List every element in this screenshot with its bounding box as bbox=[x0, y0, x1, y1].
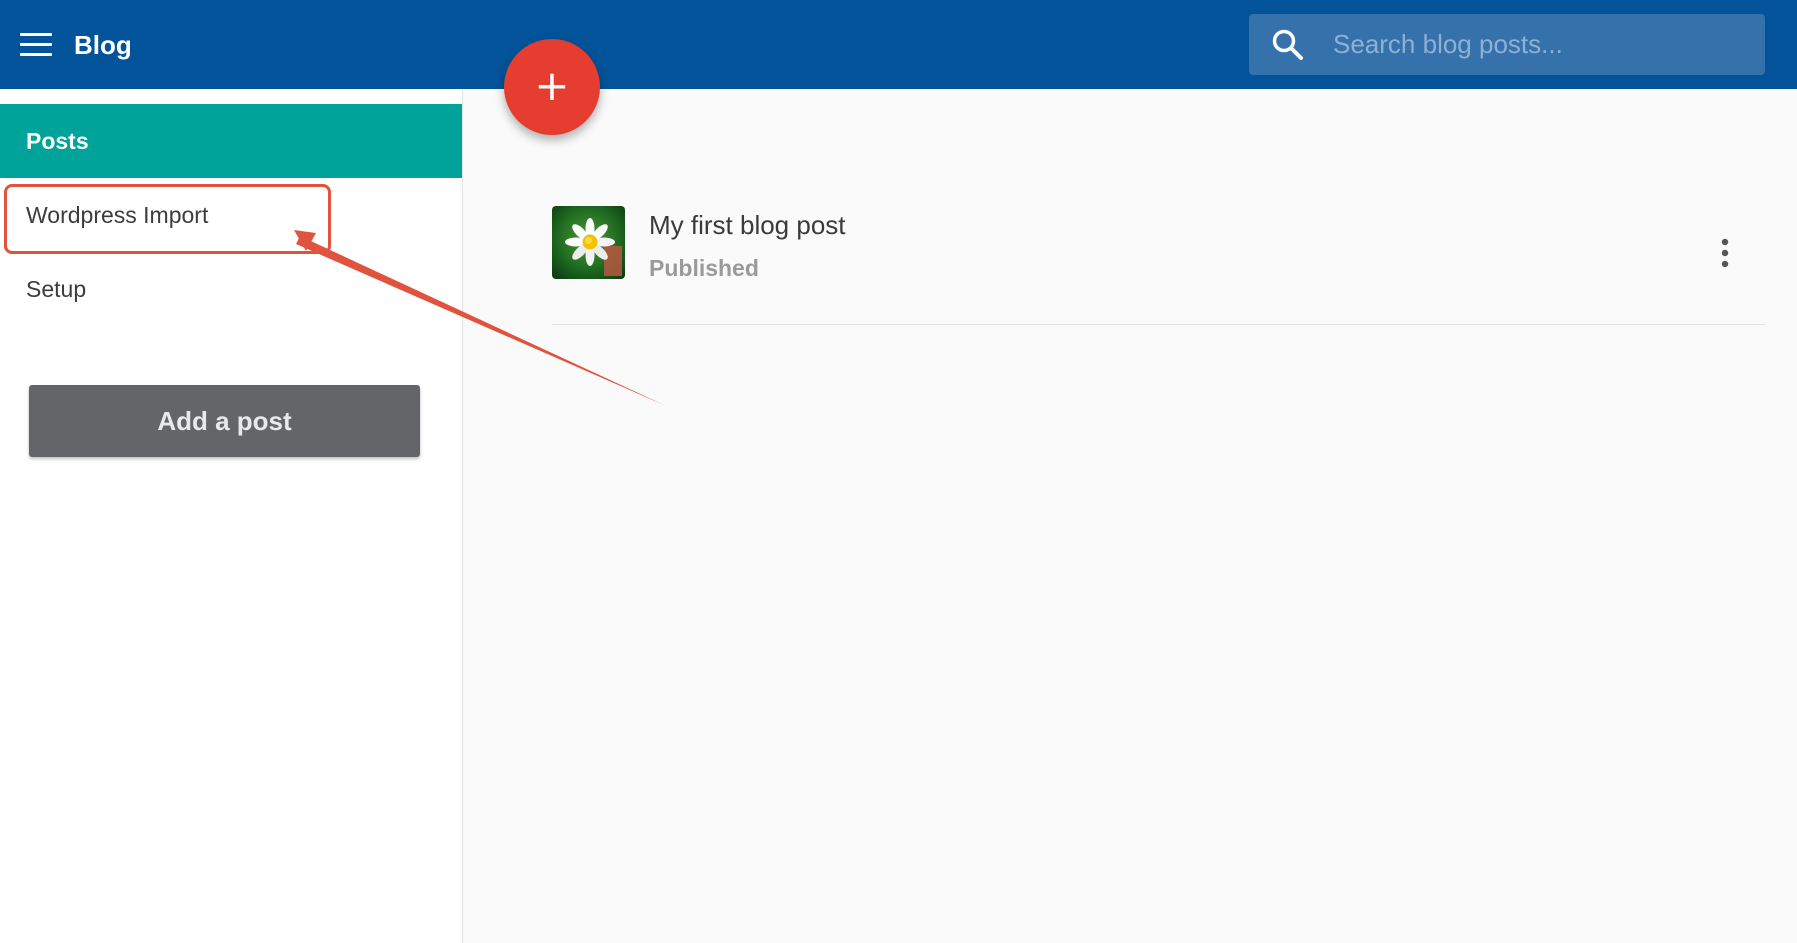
more-vertical-icon[interactable] bbox=[1715, 236, 1735, 272]
sidebar: Posts Wordpress Import Setup Add a post bbox=[0, 89, 463, 943]
post-list-item[interactable]: My first blog post Published bbox=[552, 190, 1766, 325]
app-title: Blog bbox=[74, 30, 132, 60]
sidebar-item-label: Setup bbox=[26, 276, 87, 302]
sidebar-item-label: Posts bbox=[26, 128, 89, 154]
search-icon[interactable] bbox=[1271, 28, 1305, 62]
top-app-bar: Blog bbox=[0, 0, 1797, 89]
search-bar[interactable] bbox=[1249, 14, 1765, 75]
sidebar-item-label: Wordpress Import bbox=[26, 202, 209, 228]
sidebar-item-setup[interactable]: Setup bbox=[0, 252, 462, 326]
post-thumbnail bbox=[552, 206, 625, 279]
plus-icon: + bbox=[534, 61, 570, 110]
search-input[interactable] bbox=[1333, 14, 1743, 75]
hamburger-menu-icon[interactable] bbox=[20, 33, 52, 57]
daisy-flower-image bbox=[552, 206, 625, 279]
add-fab-button[interactable]: + bbox=[504, 39, 600, 135]
add-post-button[interactable]: Add a post bbox=[29, 385, 420, 457]
post-status: Published bbox=[649, 255, 759, 281]
post-title[interactable]: My first blog post bbox=[649, 208, 846, 242]
sidebar-item-posts[interactable]: Posts bbox=[0, 104, 462, 178]
sidebar-item-wordpress-import[interactable]: Wordpress Import bbox=[0, 178, 462, 252]
